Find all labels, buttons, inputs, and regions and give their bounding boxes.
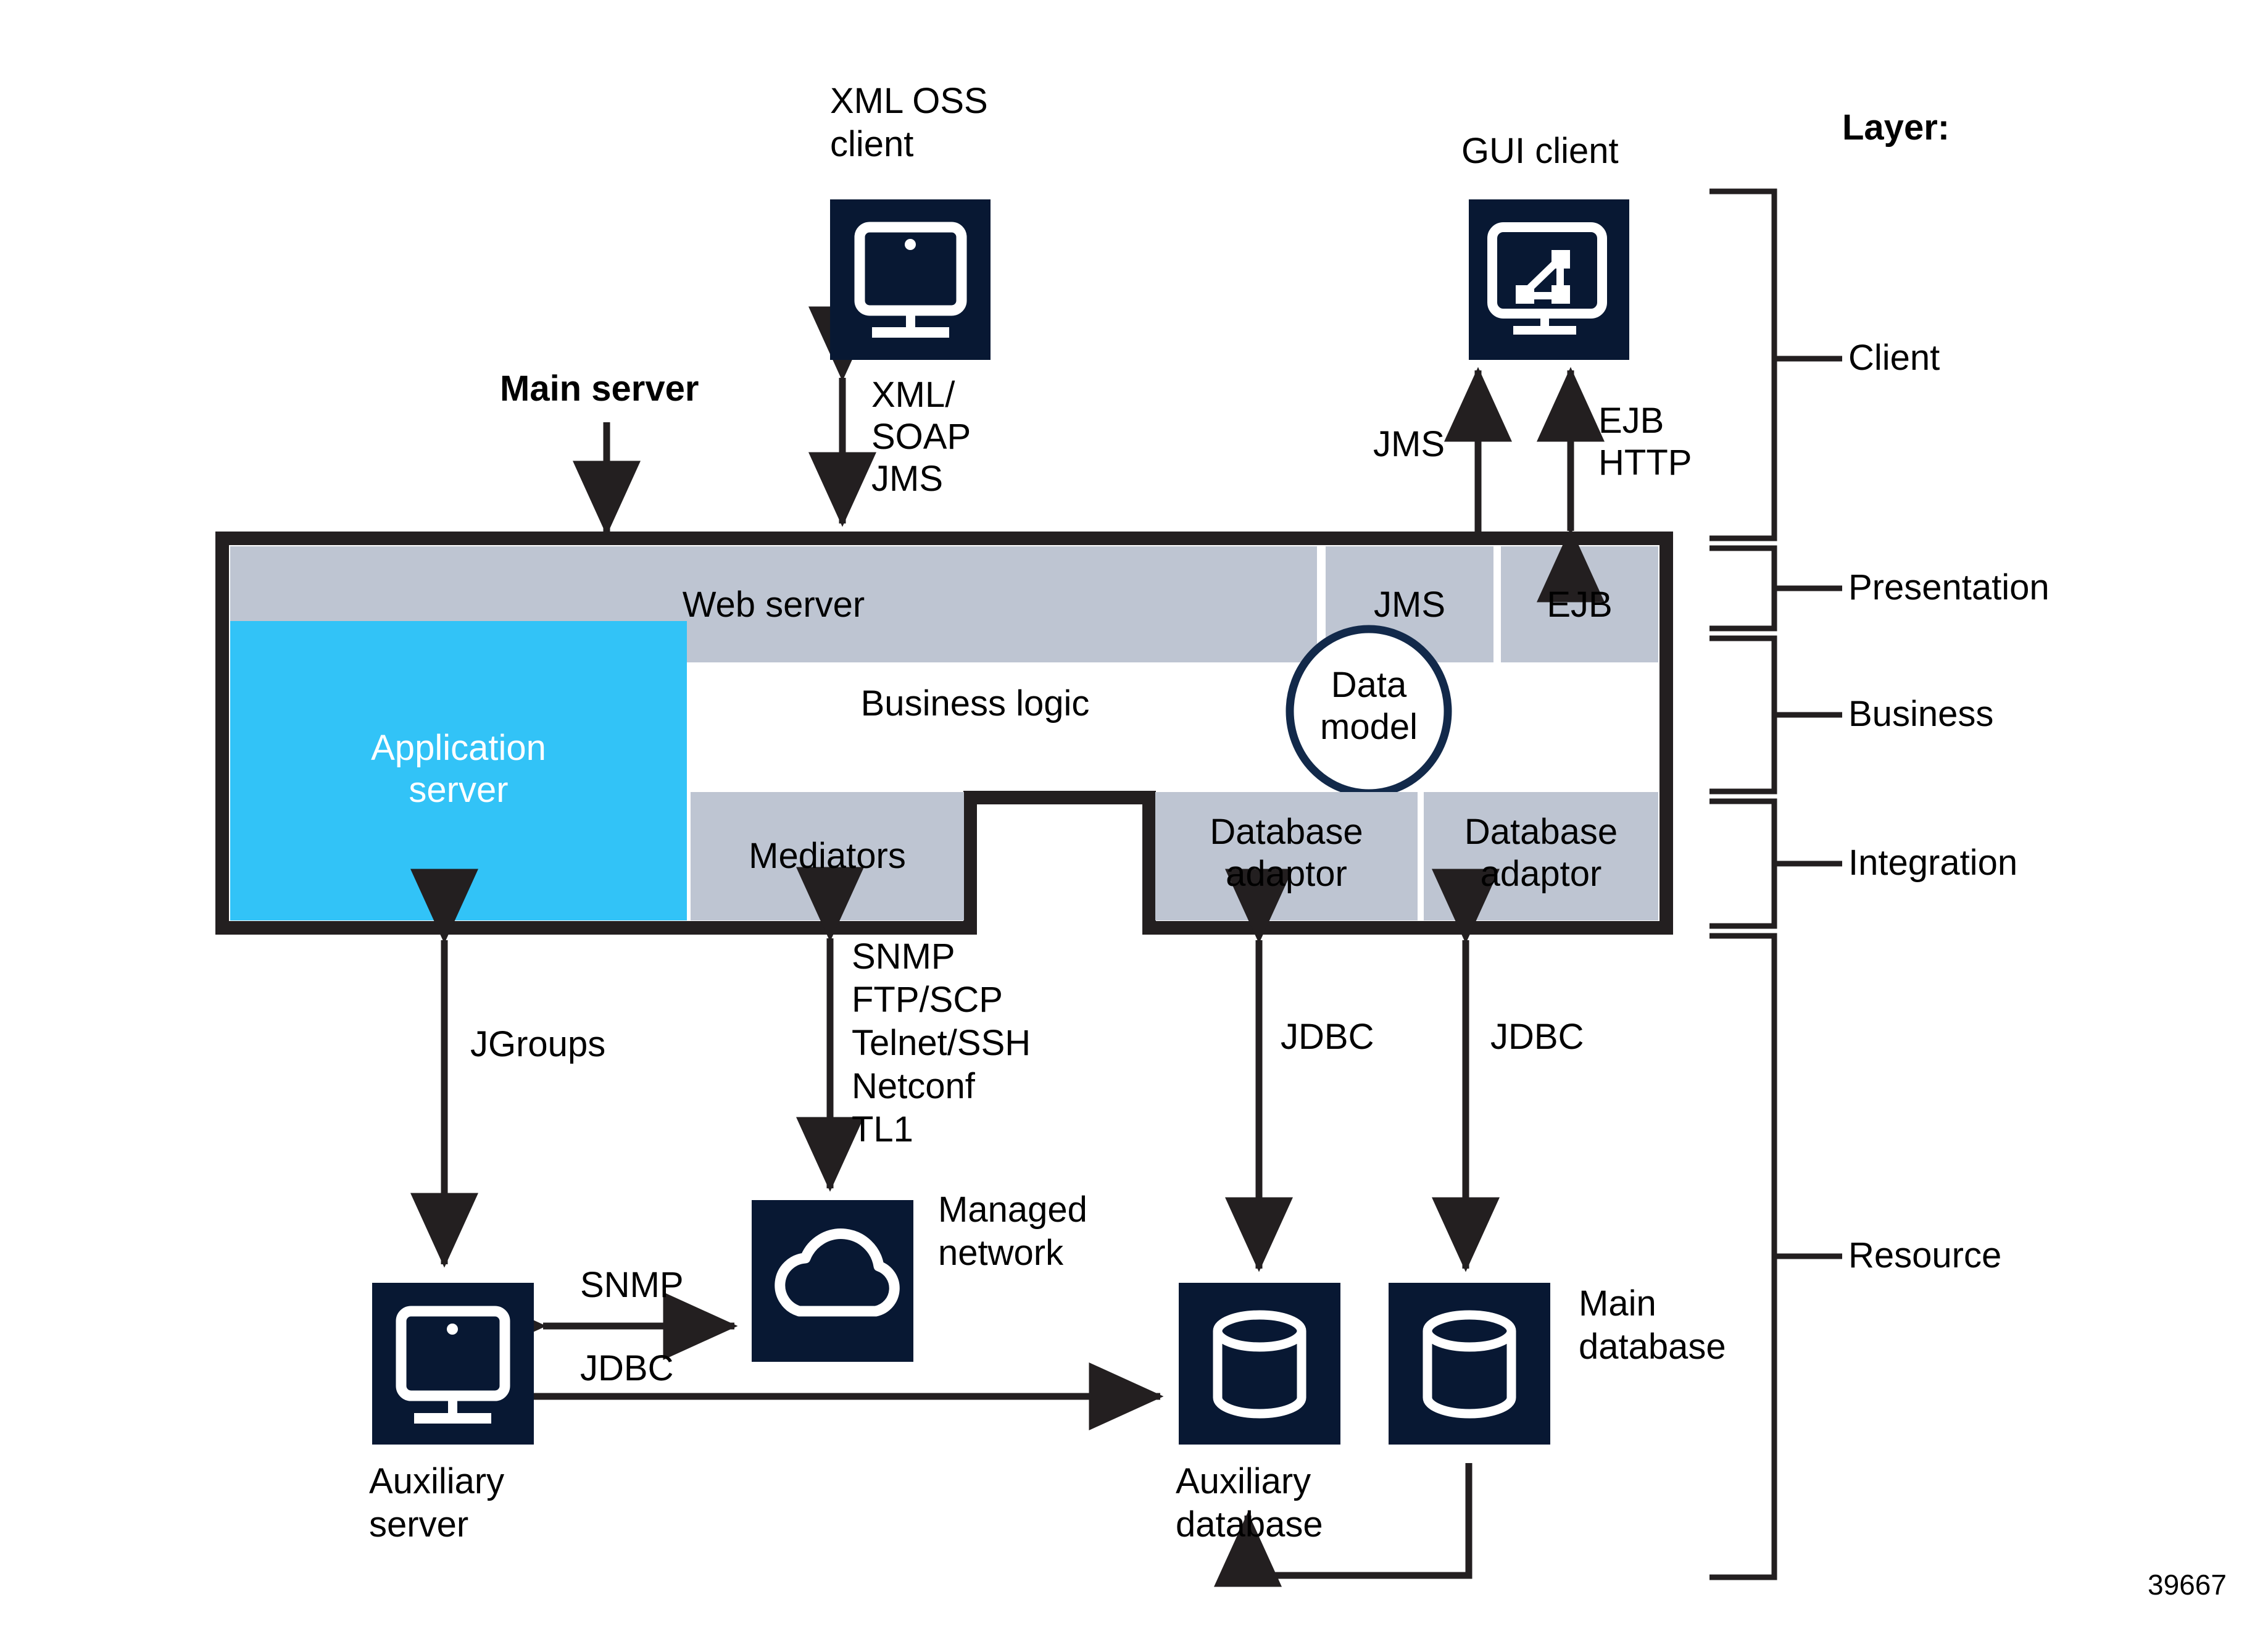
- layer-label-integration: Integration: [1848, 843, 2018, 883]
- layer-label-resource: Resource: [1848, 1235, 2002, 1275]
- xml-oss-protocol-line2: SOAP: [871, 417, 971, 457]
- auxiliary-database-label-line1: Auxiliary: [1176, 1461, 1311, 1501]
- data-model-label-line2: model: [1320, 707, 1418, 747]
- layer-label-client: Client: [1848, 338, 1940, 378]
- main-database-label-line2: database: [1579, 1327, 1726, 1367]
- bracket-business: [1709, 635, 1777, 794]
- layer-label-business: Business: [1848, 694, 1994, 734]
- gui-client-label: GUI client: [1461, 131, 1619, 171]
- layer-brackets: [1709, 188, 1842, 1580]
- data-model-label-line1: Data: [1331, 665, 1407, 705]
- xml-oss-client-label-line2: client: [830, 124, 914, 164]
- xml-oss-protocol-line1: XML/: [871, 375, 955, 415]
- gui-jms-label: JMS: [1373, 424, 1445, 464]
- jdbc-left-label: JDBC: [1281, 1017, 1374, 1057]
- auxiliary-server-label-line1: Auxiliary: [369, 1461, 505, 1501]
- auxiliary-database-label-line2: database: [1176, 1504, 1323, 1545]
- layer-label-presentation: Presentation: [1848, 567, 2050, 607]
- main-database-icon: [1389, 1283, 1550, 1445]
- gui-ejb-label: EJB: [1598, 401, 1664, 441]
- architecture-diagram: Layer: Client Presentation Business Inte…: [0, 0, 2268, 1639]
- ejb-module-label: EJB: [1547, 585, 1613, 625]
- mediator-protocol-line4: Netconf: [852, 1066, 975, 1106]
- mediators-label: Mediators: [749, 836, 906, 876]
- database-adaptor-2-label-line2: adaptor: [1480, 854, 1602, 894]
- bracket-presentation: [1709, 545, 1777, 632]
- main-database-label-line1: Main: [1579, 1283, 1656, 1324]
- web-server-label: Web server: [682, 585, 865, 625]
- managed-network-label-line2: network: [938, 1233, 1064, 1273]
- application-server-label-line2: server: [409, 770, 509, 810]
- application-server-label-line1: Application: [371, 728, 546, 768]
- mediator-protocol-line3: Telnet/SSH: [852, 1023, 1031, 1063]
- figure-number: 39667: [2148, 1569, 2227, 1601]
- jdbc-right-label: JDBC: [1490, 1017, 1584, 1057]
- jgroups-label: JGroups: [470, 1024, 606, 1064]
- bracket-integration: [1709, 798, 1777, 929]
- layer-legend-heading: Layer:: [1842, 107, 1950, 148]
- aux-snmp-label: SNMP: [580, 1265, 684, 1305]
- database-adaptor-2-label-line1: Database: [1464, 812, 1618, 852]
- auxiliary-server-label-line2: server: [369, 1504, 469, 1545]
- aux-jdbc-label: JDBC: [580, 1348, 674, 1388]
- business-logic-label: Business logic: [860, 683, 1090, 724]
- main-server-callout-label: Main server: [500, 369, 699, 409]
- diagram-vector-layer: [215, 188, 1842, 1587]
- managed-network-label-line1: Managed: [938, 1190, 1087, 1230]
- mediator-protocol-line2: FTP/SCP: [852, 980, 1003, 1020]
- xml-oss-client-icon: [830, 199, 991, 360]
- gui-http-label: HTTP: [1598, 443, 1692, 483]
- jms-module-label: JMS: [1374, 585, 1445, 625]
- xml-oss-protocol-line3: JMS: [871, 459, 943, 499]
- connector-arrows: [410, 306, 1605, 1587]
- bracket-resource: [1709, 933, 1777, 1580]
- mediator-protocol-line5: TL1: [852, 1109, 913, 1149]
- auxiliary-server-icon: [372, 1283, 534, 1445]
- database-adaptor-1-label-line2: adaptor: [1226, 854, 1347, 894]
- mediator-protocol-line1: SNMP: [852, 936, 955, 977]
- managed-network-icon: [752, 1200, 913, 1362]
- auxiliary-database-icon: [1179, 1283, 1340, 1445]
- gui-client-icon: [1469, 199, 1629, 360]
- bracket-client: [1709, 188, 1777, 541]
- xml-oss-client-label-line1: XML OSS: [830, 81, 988, 121]
- database-adaptor-1-label-line1: Database: [1210, 812, 1363, 852]
